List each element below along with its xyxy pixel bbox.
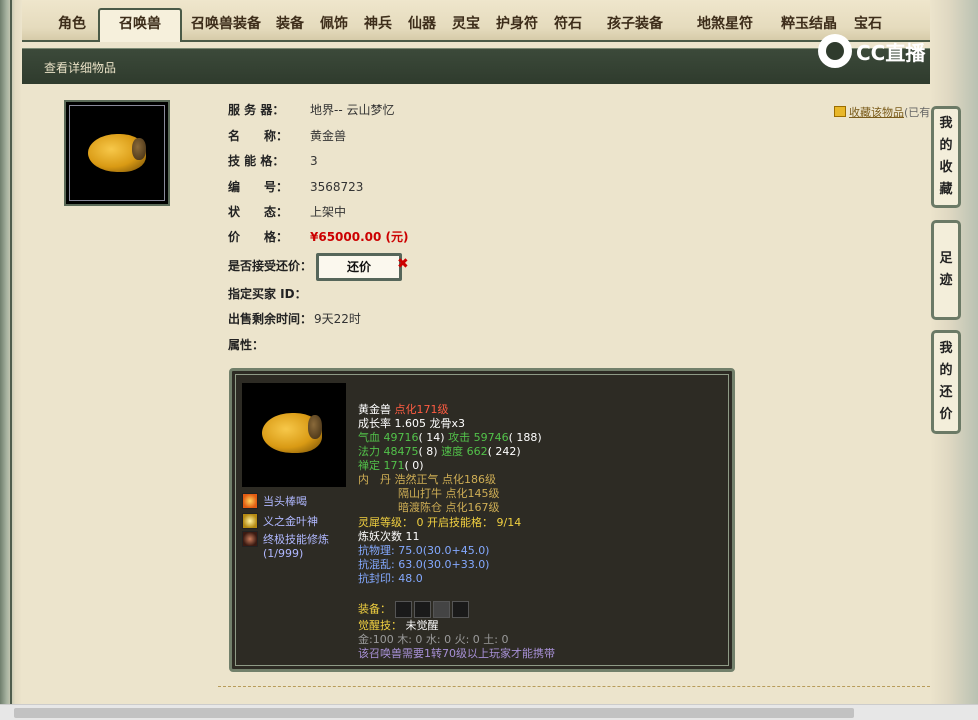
neidan-line: 隔山打牛 点化145级 (398, 487, 500, 500)
tab-child-equipment[interactable]: 孩子装备 (592, 10, 678, 40)
bargain-row: 是否接受还价： (228, 259, 313, 273)
category-tabbar: 角色 召唤兽 召唤兽装备 装备 佩饰 神兵 仙器 灵宝 护身符 符石 孩子装备 … (22, 0, 930, 42)
cc-logo-icon (818, 34, 852, 68)
tab-spirit-treasure[interactable]: 灵宝 (446, 10, 486, 40)
tab-pet-equipment[interactable]: 召唤兽装备 (186, 10, 266, 40)
tab-pet[interactable]: 召唤兽 (98, 8, 182, 42)
close-icon[interactable]: ✖ (397, 256, 409, 272)
server-value: 地界-- 云山梦忆 (310, 103, 395, 117)
training-skill-icon (242, 531, 258, 547)
page-title: 查看详细物品 (44, 61, 117, 75)
tab-immortal-artifact[interactable]: 仙器 (402, 10, 442, 40)
pet-thumbnail (64, 100, 170, 206)
favorite-link[interactable]: 收藏该物品(已有 (834, 104, 930, 120)
hp-atk-line: 气血 49716( 14) 攻击 59746( 188) (358, 431, 542, 444)
status-row: 状 态： 上架中 (228, 205, 347, 219)
res-chaos-line: 抗混乱: 63.0(30.0+33.0) (358, 558, 490, 571)
remaining-row: 出售剩余时间： 9天22时 (228, 312, 361, 326)
scrollbar-thumb[interactable] (14, 708, 854, 718)
name-value: 黄金兽 (310, 129, 347, 143)
tab-amulet[interactable]: 护身符 (490, 10, 544, 40)
server-row: 服 务 器： 地界-- 云山梦忆 (228, 103, 395, 117)
skill-item[interactable]: 当头棒喝 (242, 493, 307, 509)
equip-line: 装备： (358, 601, 471, 618)
status-value: 上架中 (310, 205, 347, 219)
equip-slot[interactable] (413, 601, 431, 618)
side-tab-footprints[interactable]: 足迹 (931, 220, 961, 320)
bargain-button[interactable]: 还价 (316, 253, 402, 281)
tab-accessory[interactable]: 佩饰 (314, 10, 354, 40)
elements-line: 金:100 木: 0 水: 0 火: 0 土: 0 (358, 633, 509, 646)
divider (218, 686, 930, 687)
res-seal-line: 抗封印: 48.0 (358, 572, 423, 585)
price-value: ¥65000.00 (元) (310, 230, 409, 244)
buyer-row: 指定买家 ID： (228, 287, 307, 301)
watermark-text: CC直播 (856, 40, 926, 65)
equip-slot[interactable] (432, 601, 450, 618)
equip-slot[interactable] (451, 601, 469, 618)
left-frame (0, 0, 22, 720)
skill-slots-value: 3 (310, 154, 318, 168)
zen-line: 禅定 171( 0) (358, 459, 424, 472)
pet-name-line: 黄金兽 点化171级 (358, 403, 449, 416)
remaining-value: 9天22时 (314, 312, 361, 326)
growth-line: 成长率 1.605 龙骨x3 (358, 417, 466, 430)
tab-divine-weapon[interactable]: 神兵 (358, 10, 398, 40)
neidan-line: 内 丹 浩然正气 点化186级 (358, 473, 496, 486)
tab-rune-stone[interactable]: 符石 (548, 10, 588, 40)
side-tab-my-favorites[interactable]: 我的收藏 (931, 106, 961, 208)
mp-spd-line: 法力 48475( 8) 速度 662( 242) (358, 445, 521, 458)
tab-star-rune[interactable]: 地煞星符 (682, 10, 768, 40)
price-row: 价 格： ¥65000.00 (元) (228, 230, 409, 244)
skill-item[interactable]: 终极技能修炼 (1/999) (242, 531, 329, 560)
name-row: 名 称： 黄金兽 (228, 129, 347, 143)
skill-slots-row: 技 能 格： 3 (228, 154, 318, 168)
attributes-row: 属性： (228, 338, 265, 352)
id-value: 3568723 (310, 180, 364, 194)
skill-item[interactable]: 义之金叶神 (242, 513, 318, 529)
res-phys-line: 抗物理: 75.0(30.0+45.0) (358, 544, 490, 557)
neidan-line: 暗渡陈仓 点化167级 (398, 501, 500, 514)
tab-character[interactable]: 角色 (46, 10, 98, 40)
tab-equipment[interactable]: 装备 (270, 10, 310, 40)
demon-line: 炼妖次数 11 (358, 530, 420, 543)
fire-skill-icon (242, 493, 258, 509)
gold-leaf-skill-icon (242, 513, 258, 529)
subheader-bar: 查看详细物品 (22, 48, 930, 84)
folder-star-icon (834, 106, 846, 117)
requirement-line: 该召唤兽需要1转70级以上玩家才能携带 (358, 647, 555, 660)
horizontal-scrollbar[interactable] (0, 704, 978, 720)
spirit-line: 灵犀等级： 0 开启技能格： 9/14 (358, 516, 522, 529)
equip-slot[interactable] (394, 601, 412, 618)
side-tab-my-bargains[interactable]: 我的还价 (931, 330, 961, 434)
cc-live-watermark: CC直播 (818, 30, 948, 72)
pet-portrait (242, 383, 346, 487)
pet-detail-panel: 当头棒喝 义之金叶神 终极技能修炼 (1/999) 黄金兽 点化171级 成长率 … (229, 368, 735, 672)
awaken-line: 觉醒技： 未觉醒 (358, 619, 439, 632)
id-row: 编 号： 3568723 (228, 180, 364, 194)
